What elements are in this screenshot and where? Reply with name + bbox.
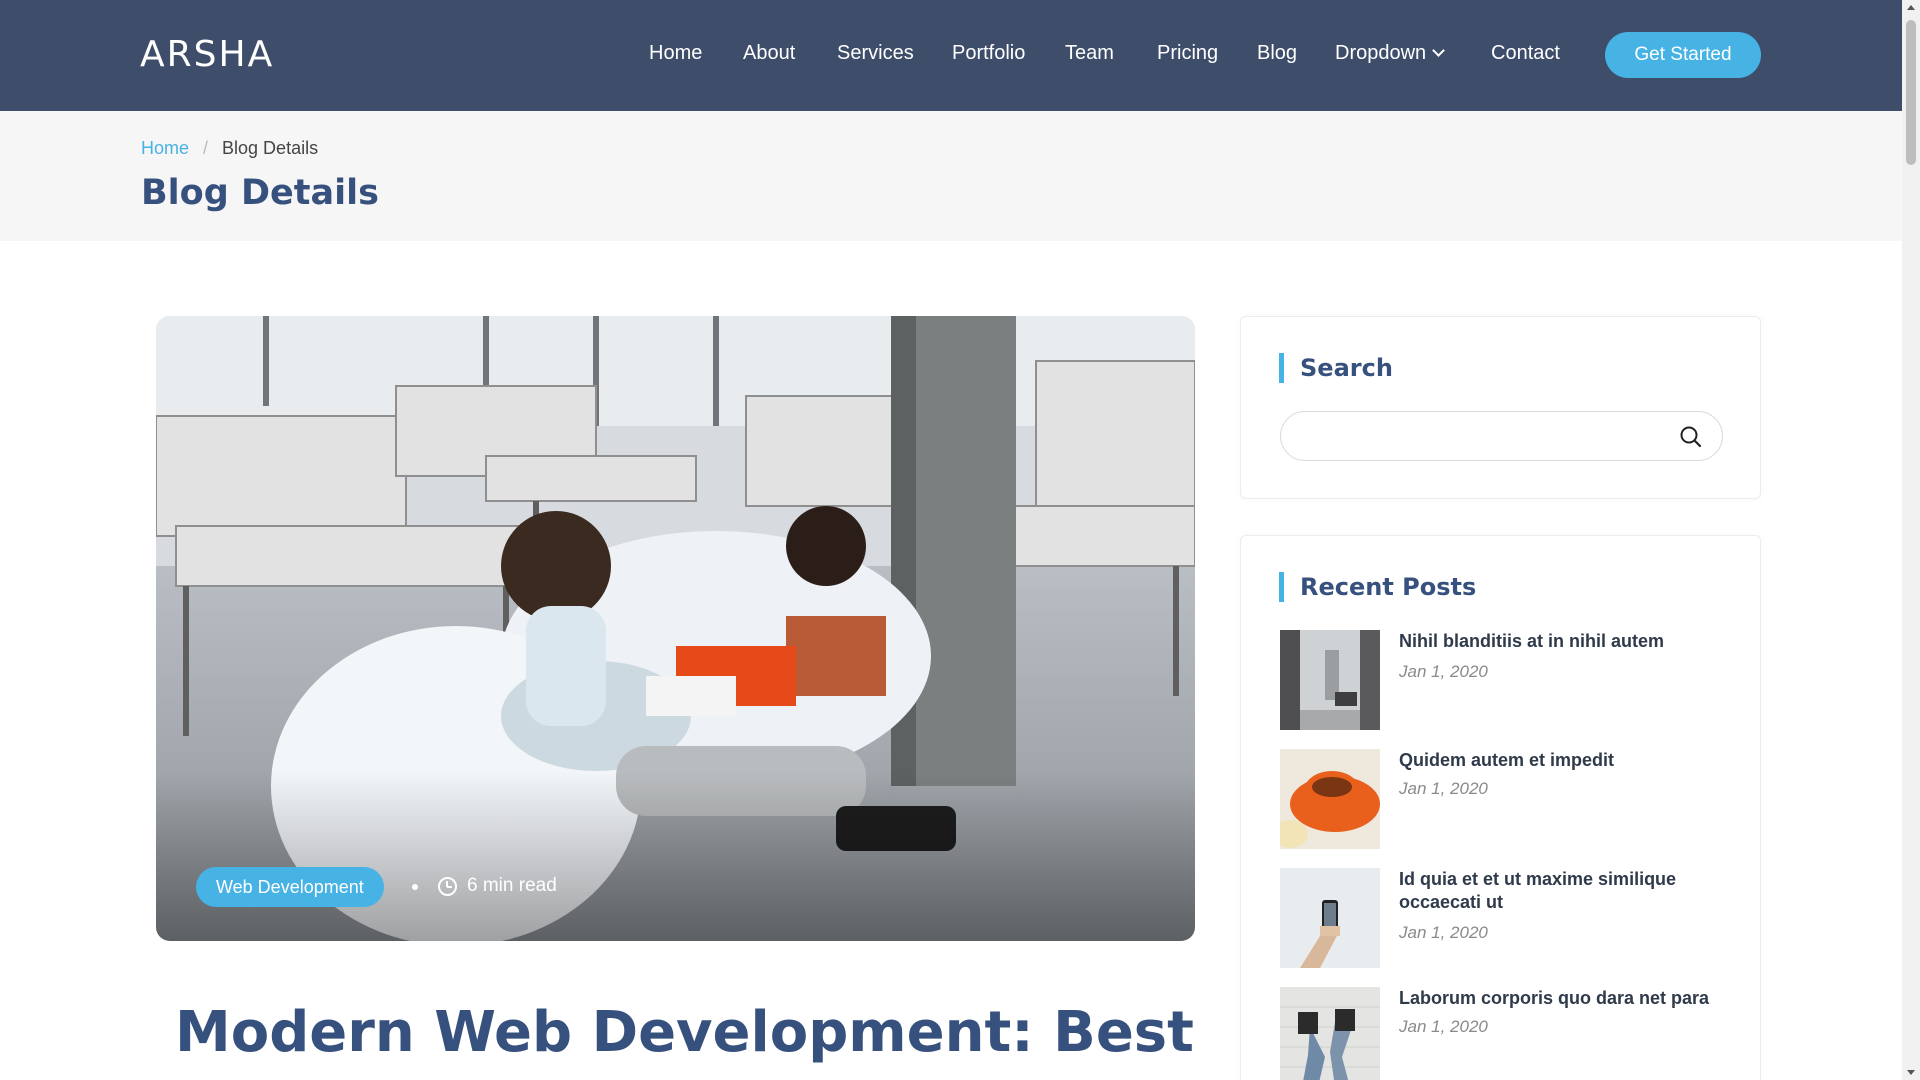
breadcrumb-home[interactable]: Home: [141, 138, 189, 159]
breadcrumb-separator: /: [203, 138, 209, 158]
recent-post-title[interactable]: Id quia et et ut maxime similique occaec…: [1399, 868, 1729, 914]
nav-portfolio[interactable]: Portfolio: [952, 42, 1025, 65]
search-widget: Search: [1240, 316, 1761, 499]
category-tag[interactable]: Web Development: [196, 867, 384, 907]
nav-pricing[interactable]: Pricing: [1157, 42, 1218, 65]
recent-post-item[interactable]: Quidem autem et impedit Jan 1, 2020: [1280, 749, 1730, 849]
recent-post-thumbnail[interactable]: [1280, 630, 1380, 730]
recent-post-item[interactable]: Nihil blanditiis at in nihil autem Jan 1…: [1280, 630, 1730, 730]
nav-about[interactable]: About: [743, 42, 795, 65]
recent-post-thumbnail[interactable]: [1280, 987, 1380, 1080]
post-title: Modern Web Development: Best: [175, 1000, 1194, 1065]
recent-post-title[interactable]: Laborum corporis quo dara net para: [1399, 987, 1729, 1010]
search-widget-title: Search: [1279, 353, 1393, 383]
clock-icon: [438, 877, 457, 896]
get-started-button[interactable]: Get Started: [1605, 32, 1761, 78]
recent-post-date: Jan 1, 2020: [1399, 779, 1488, 798]
recent-post-date: Jan 1, 2020: [1399, 1017, 1488, 1036]
scrollbar-thumb[interactable]: [1906, 20, 1916, 165]
scroll-up-icon[interactable]: [1907, 5, 1915, 10]
breadcrumb: Home / Blog Details: [141, 138, 318, 159]
recent-post-date: Jan 1, 2020: [1399, 662, 1488, 681]
page-title: Blog Details: [141, 173, 379, 213]
recent-post-thumbnail[interactable]: [1280, 868, 1380, 968]
hero-gradient-overlay: [156, 771, 1195, 941]
meta-dot-separator: [412, 884, 418, 890]
search-input[interactable]: [1301, 422, 1661, 452]
nav-home[interactable]: Home: [649, 42, 702, 65]
chevron-down-icon: [1432, 44, 1446, 57]
nav-dropdown[interactable]: Dropdown: [1335, 42, 1446, 65]
recent-post-thumbnail[interactable]: [1280, 749, 1380, 849]
nav-dropdown-label: Dropdown: [1335, 42, 1427, 64]
recent-post-date: Jan 1, 2020: [1399, 923, 1488, 942]
site-header: ARSHA Home About Services Portfolio Team…: [0, 0, 1902, 111]
recent-post-title[interactable]: Quidem autem et impedit: [1399, 749, 1729, 772]
breadcrumb-current: Blog Details: [222, 138, 319, 158]
read-time: 6 min read: [467, 875, 557, 896]
post-featured-image: Web Development 6 min read: [156, 316, 1195, 941]
site-logo[interactable]: ARSHA: [140, 34, 274, 75]
recent-post-item[interactable]: Laborum corporis quo dara net para Jan 1…: [1280, 987, 1730, 1080]
nav-team[interactable]: Team: [1065, 42, 1114, 65]
page-scrollbar[interactable]: [1902, 0, 1920, 1080]
search-form: [1280, 411, 1723, 461]
scroll-down-icon[interactable]: [1907, 1070, 1915, 1075]
recent-posts-title: Recent Posts: [1279, 572, 1476, 602]
recent-post-title[interactable]: Nihil blanditiis at in nihil autem: [1399, 630, 1729, 653]
search-icon[interactable]: [1678, 424, 1704, 450]
nav-blog[interactable]: Blog: [1257, 42, 1297, 65]
nav-services[interactable]: Services: [837, 42, 914, 65]
nav-contact[interactable]: Contact: [1491, 42, 1560, 65]
recent-posts-widget: Recent Posts Nihil blanditiis at in nihi…: [1240, 535, 1761, 1080]
recent-post-item[interactable]: Id quia et et ut maxime similique occaec…: [1280, 868, 1730, 968]
